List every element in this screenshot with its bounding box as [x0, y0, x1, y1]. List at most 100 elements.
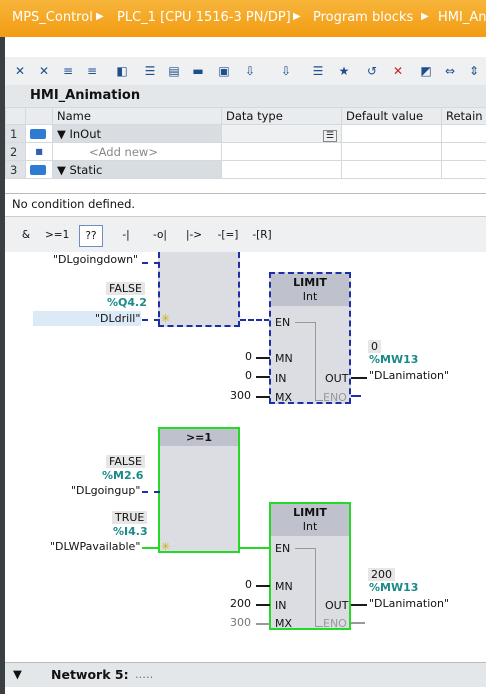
wire — [240, 319, 270, 321]
block-title: HMI_Animation — [30, 88, 141, 103]
limit-title: LIMIT — [293, 276, 327, 289]
input-tag[interactable]: "DLgoingup" — [71, 484, 140, 497]
open-all-icon[interactable]: ▤ — [165, 62, 183, 80]
network-comment[interactable]: ..... — [135, 667, 153, 681]
pin-out: OUT — [325, 372, 349, 385]
pin-eno: ENO — [323, 617, 347, 630]
limit-box-1[interactable]: LIMIT Int EN MN IN MX OUT ENO — [269, 272, 351, 404]
network-overview-icon[interactable]: ☰ — [309, 62, 327, 80]
pin-mn: MN — [275, 580, 293, 593]
limit-type: Int — [302, 520, 318, 533]
pin-mn: MN — [275, 352, 293, 365]
operand-address: %MW13 — [369, 581, 419, 594]
condition-bar: No condition defined. — [5, 193, 486, 214]
pin-mx: MX — [275, 617, 293, 630]
input-tag[interactable]: "DLgoingdown" — [53, 253, 138, 266]
instruction-favorites-bar: & >=1 ?? -| -o| |-> -[=] -[R] — [5, 216, 486, 253]
column-header-name[interactable]: Name — [52, 107, 222, 125]
pin-en: EN — [275, 542, 291, 555]
expand-triangle-icon[interactable]: ▼ — [57, 163, 70, 177]
output-tag[interactable]: "DLanimation" — [369, 369, 449, 382]
limit-type: Int — [302, 290, 318, 303]
insert-row-icon[interactable]: ≡ — [59, 62, 77, 80]
mx-value[interactable]: 300 — [230, 389, 251, 402]
breadcrumb-item-project[interactable]: MPS_Control — [12, 10, 93, 25]
negate-button[interactable]: -o| — [149, 225, 171, 245]
close-all-icon[interactable]: ▬ — [189, 62, 207, 80]
input-tag[interactable]: "DLWPavailable" — [50, 540, 140, 553]
expand-triangle-icon[interactable]: ▼ — [57, 127, 70, 141]
table-header-row: Name Data type Default value Retain — [5, 107, 486, 125]
delete-network-icon[interactable]: ✕ — [35, 62, 53, 80]
absolute-operands-icon[interactable]: ⇩ — [277, 62, 295, 80]
column-header-retain[interactable]: Retain — [441, 107, 486, 125]
mx-value[interactable]: 300 — [230, 616, 251, 629]
table-row[interactable]: 3 ▼ Static — [5, 160, 486, 179]
section-name: InOut — [69, 126, 102, 141]
output-tag[interactable]: "DLanimation" — [369, 597, 449, 610]
go-to-error-icon[interactable]: ↺ — [363, 62, 381, 80]
favorites-icon[interactable]: ★ — [335, 62, 353, 80]
add-row-icon[interactable]: ≡ — [83, 62, 101, 80]
table-row[interactable]: 2 ■ <Add new> — [5, 142, 486, 161]
limit-box-2[interactable]: LIMIT Int EN MN IN MX OUT ENO — [269, 502, 351, 630]
mn-value[interactable]: 0 — [245, 578, 252, 591]
block-editor-toolbar: ✕ ✕ ≡ ≡ ◧ ☰ ▤ ▬ ▣ ⇩ ⇩ ☰ ★ ↺ ✕ ◩ ⇔ ⇕ — [5, 57, 486, 85]
no-contact-button[interactable]: -| — [115, 225, 137, 245]
assignment-button[interactable]: -[=] — [217, 225, 239, 245]
star-icon: ✳ — [161, 312, 171, 325]
view-list-icon[interactable]: ☰ — [141, 62, 159, 80]
block-interface-table: Name Data type Default value Retain 1 ▼ … — [5, 107, 486, 179]
pin-mx: MX — [275, 391, 293, 404]
mn-value[interactable]: 0 — [245, 350, 252, 363]
branch-button[interactable]: |-> — [183, 225, 205, 245]
call-environment-icon[interactable]: ◩ — [417, 62, 435, 80]
block-interface-title: HMI_Animation — [5, 85, 486, 107]
column-header-data-type[interactable]: Data type — [221, 107, 342, 125]
breadcrumb-item-program-blocks[interactable]: Program blocks — [313, 10, 413, 25]
section-name: Static — [69, 162, 103, 177]
or-box-upper[interactable] — [158, 252, 240, 327]
operand-address: %Q4.2 — [107, 296, 147, 309]
table-row[interactable]: 1 ▼ InOut ☰ — [5, 124, 486, 143]
chevron-right-icon: ▶ — [293, 11, 301, 22]
breadcrumb-item-block[interactable]: HMI_An — [438, 10, 486, 25]
chevron-right-icon: ▶ — [96, 11, 104, 22]
block-call-icon[interactable]: ◧ — [113, 62, 131, 80]
column-header-default-value[interactable]: Default value — [341, 107, 442, 125]
network-editor[interactable]: "DLgoingdown" FALSE %Q4.2 "DLdrill" ✳ LI… — [5, 252, 486, 662]
pin-out: OUT — [325, 599, 349, 612]
breadcrumb-item-plc[interactable]: PLC_1 [CPU 1516-3 PN/DP] — [117, 10, 291, 25]
limit-title: LIMIT — [293, 506, 327, 519]
operand-address: %MW13 — [369, 353, 419, 366]
or-box-button[interactable]: >=1 — [45, 225, 69, 245]
or-box-title: >=1 — [160, 429, 238, 446]
condition-text: No condition defined. — [12, 197, 136, 211]
live-value: TRUE — [112, 511, 148, 524]
input-tag[interactable]: "DLdrill" — [95, 312, 140, 325]
list-icon[interactable]: ☰ — [322, 129, 337, 142]
live-value: FALSE — [106, 282, 145, 295]
or-box-lower[interactable]: >=1 — [158, 427, 240, 553]
live-value: 0 — [368, 340, 381, 353]
add-new-cell[interactable]: <Add new> — [52, 142, 222, 161]
and-box-button[interactable]: & — [15, 225, 37, 245]
reset-button[interactable]: -[R] — [251, 225, 273, 245]
breadcrumb: MPS_Control ▶ PLC_1 [CPU 1516-3 PN/DP] ▶… — [0, 0, 486, 37]
in-value[interactable]: 200 — [230, 597, 251, 610]
in-value[interactable]: 0 — [245, 369, 252, 382]
star-icon: ✳ — [161, 540, 171, 553]
pin-eno: ENO — [323, 391, 347, 404]
pin-in: IN — [275, 372, 287, 385]
collapse-triangle-icon[interactable]: ▼ — [13, 667, 22, 681]
empty-box-button[interactable]: ?? — [79, 225, 103, 247]
monitoring-off-icon[interactable]: ✕ — [389, 62, 407, 80]
snapshot-icon[interactable]: ⇔ — [441, 62, 459, 80]
insert-network-icon[interactable]: ✕ — [11, 62, 29, 80]
compare-icon[interactable]: ⇕ — [465, 62, 483, 80]
operand-address: %I4.3 — [113, 525, 148, 538]
network-header[interactable]: ▼ Network 5: ..... — [5, 662, 486, 687]
comment-icon[interactable]: ▣ — [215, 62, 233, 80]
download-icon[interactable]: ⇩ — [241, 62, 259, 80]
interface-section-icon — [30, 165, 46, 175]
